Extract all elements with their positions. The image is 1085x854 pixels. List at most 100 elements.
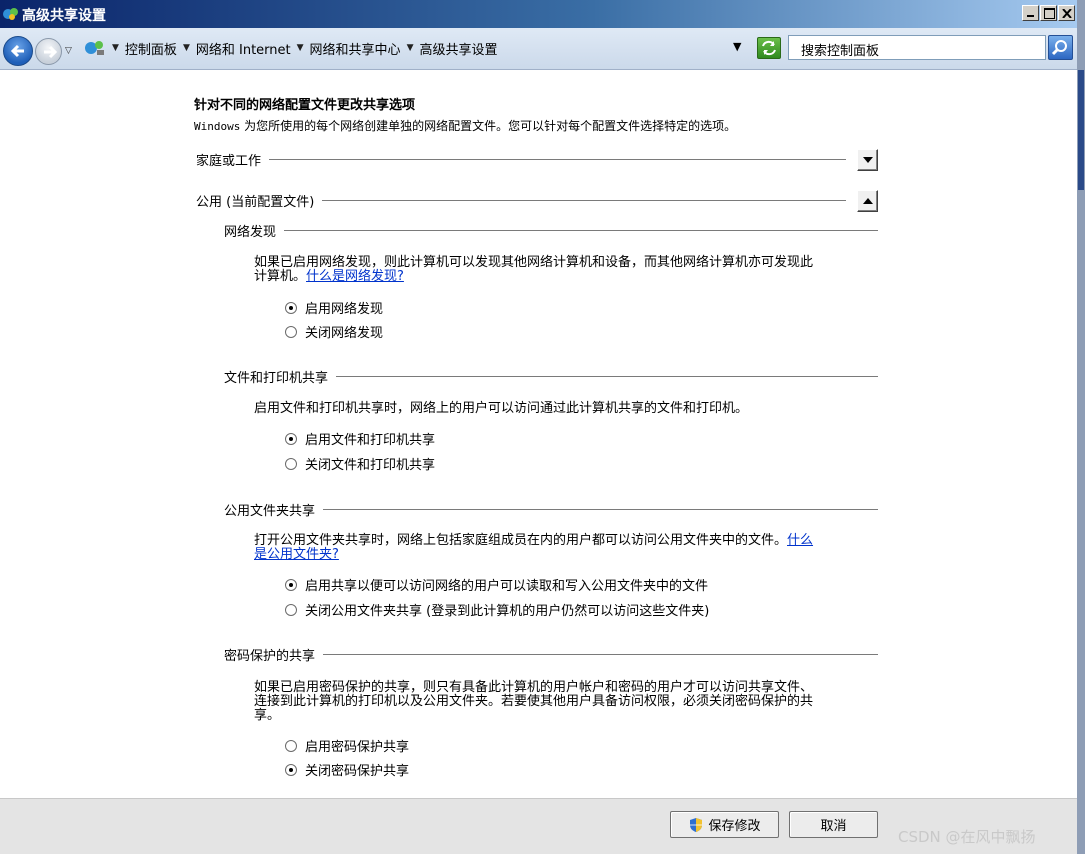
section-public-folder-sharing: 公用文件夹共享: [224, 500, 878, 519]
description-line: 如果已启用网络发现，则此计算机可以发现其他网络计算机和设备，而其他网络计算机亦可…: [254, 255, 814, 270]
section-file-printer-sharing: 文件和打印机共享: [224, 367, 878, 386]
refresh-button[interactable]: [757, 37, 781, 59]
radio-disable-network-discovery[interactable]: 关闭网络发现: [285, 322, 383, 341]
divider: [323, 654, 878, 655]
section-password-protected-sharing: 密码保护的共享: [224, 645, 878, 664]
description-line-text: 计算机。: [254, 269, 307, 284]
file-printer-sharing-description: 启用文件和打印机共享时，网络上的用户可以访问通过此计算机共享的文件和打印机。: [254, 401, 749, 416]
page-title: 针对不同的网络配置文件更改共享选项: [194, 98, 416, 113]
radio-label[interactable]: 启用网络发现: [305, 298, 383, 317]
uac-shield-icon: [690, 817, 703, 832]
network-icon: [85, 41, 104, 55]
breadcrumb-item-network[interactable]: 网络和 Internet: [196, 39, 291, 58]
radio-label[interactable]: 启用文件和打印机共享: [305, 429, 435, 448]
divider: [322, 200, 846, 201]
chevron-down-icon: [863, 157, 873, 163]
windows-word: Windows: [194, 120, 241, 133]
profile-public-label: 公用 (当前配置文件): [196, 195, 315, 210]
radio-button[interactable]: [285, 578, 297, 591]
breadcrumb-separator[interactable]: ▼: [407, 43, 414, 53]
radio-enable-password-sharing[interactable]: 启用密码保护共享: [285, 736, 409, 755]
recent-pages-dropdown[interactable]: ▽: [65, 46, 72, 56]
radio-disable-password-sharing[interactable]: 关闭密码保护共享: [285, 760, 409, 779]
minimize-button[interactable]: [1022, 5, 1039, 21]
watermark: CSDN @在风中飘扬: [898, 828, 1036, 846]
radio-button[interactable]: [285, 432, 297, 445]
profile-public[interactable]: 公用 (当前配置文件): [196, 191, 846, 210]
forward-button[interactable]: [35, 38, 62, 65]
forward-arrow-icon: [44, 45, 58, 59]
radio-button[interactable]: [285, 325, 297, 338]
divider: [284, 230, 878, 231]
breadcrumb-item-sharing-center[interactable]: 网络和共享中心: [310, 39, 401, 58]
section-title: 网络发现: [224, 225, 277, 240]
description-line-text: 打开公用文件夹共享时，网络上包括家庭组成员在内的用户都可以访问公用文件夹中的文件…: [254, 533, 788, 548]
close-icon: [1062, 9, 1072, 18]
window-edge-accent: [1078, 70, 1084, 190]
divider: [269, 159, 846, 160]
radio-enable-network-discovery[interactable]: 启用网络发现: [285, 298, 383, 317]
close-button[interactable]: [1058, 5, 1075, 21]
breadcrumb: ▼ 控制面板 ▼ 网络和 Internet ▼ 网络和共享中心 ▼ 高级共享设置: [84, 36, 754, 60]
breadcrumb-separator[interactable]: ▼: [112, 43, 119, 53]
network-discovery-description: 如果已启用网络发现，则此计算机可以发现其他网络计算机和设备，而其他网络计算机亦可…: [254, 256, 874, 284]
window-controls: [1022, 5, 1075, 21]
radio-label[interactable]: 启用共享以便可以访问网络的用户可以读取和写入公用文件夹中的文件: [305, 575, 708, 594]
breadcrumb-separator[interactable]: ▼: [297, 43, 304, 53]
back-arrow-icon: [10, 44, 24, 58]
cancel-button[interactable]: 取消: [789, 811, 878, 838]
radio-enable-file-printer-sharing[interactable]: 启用文件和打印机共享: [285, 429, 435, 448]
radio-button[interactable]: [285, 763, 297, 776]
password-sharing-description: 如果已启用密码保护的共享，则只有具备此计算机的用户帐户和密码的用户才可以访问共享…: [254, 681, 874, 723]
collapse-public-button[interactable]: [857, 190, 878, 212]
cancel-button-label: 取消: [820, 819, 847, 834]
radio-label[interactable]: 关闭公用文件夹共享 (登录到此计算机的用户仍然可以访问这些文件夹): [305, 600, 709, 619]
radio-disable-public-folder-sharing[interactable]: 关闭公用文件夹共享 (登录到此计算机的用户仍然可以访问这些文件夹): [285, 600, 709, 619]
radio-button[interactable]: [285, 301, 297, 314]
description-line: 连接到此计算机的打印机以及公用文件夹。若要使其他用户具备访问权限，必须关闭密码保…: [254, 694, 814, 709]
section-title: 文件和打印机共享: [224, 371, 329, 386]
divider: [323, 509, 878, 510]
radio-enable-public-folder-sharing[interactable]: 启用共享以便可以访问网络的用户可以读取和写入公用文件夹中的文件: [285, 575, 708, 594]
page-description-text: 为您所使用的每个网络创建单独的网络配置文件。您可以针对每个配置文件选择特定的选项…: [240, 119, 737, 133]
what-is-public-folder-link[interactable]: 什么: [787, 533, 813, 548]
breadcrumb-separator[interactable]: ▼: [183, 43, 190, 53]
address-dropdown[interactable]: ▼: [733, 40, 741, 53]
what-is-network-discovery-link[interactable]: 什么是网络发现?: [306, 269, 404, 284]
radio-button[interactable]: [285, 739, 297, 752]
title-bar: 高级共享设置: [0, 0, 1077, 28]
save-button-label: 保存修改: [708, 819, 761, 834]
radio-label[interactable]: 关闭密码保护共享: [305, 760, 409, 779]
search-icon: [1051, 40, 1067, 56]
description-line: 是公用文件夹?: [254, 548, 874, 562]
section-title: 密码保护的共享: [224, 649, 316, 664]
description-line: 计算机。什么是网络发现?: [254, 270, 874, 284]
settings-content: 针对不同的网络配置文件更改共享选项 Windows 为您所使用的每个网络创建单独…: [0, 70, 1077, 798]
radio-button[interactable]: [285, 603, 297, 616]
radio-button[interactable]: [285, 457, 297, 470]
section-network-discovery: 网络发现: [224, 221, 878, 240]
page-description: Windows 为您所使用的每个网络创建单独的网络配置文件。您可以针对每个配置文…: [194, 117, 736, 134]
address-bar: ▽ ▼ 控制面板 ▼ 网络和 Internet ▼ 网络和共享中心 ▼ 高级共享…: [0, 28, 1077, 70]
breadcrumb-item-advanced-sharing[interactable]: 高级共享设置: [419, 39, 497, 58]
refresh-icon: [762, 40, 776, 56]
radio-label[interactable]: 启用密码保护共享: [305, 736, 409, 755]
maximize-button[interactable]: [1040, 5, 1057, 21]
search-button[interactable]: [1048, 35, 1073, 60]
breadcrumb-item-control-panel[interactable]: 控制面板: [125, 39, 177, 58]
expand-home-work-button[interactable]: [857, 149, 878, 171]
radio-label[interactable]: 关闭文件和打印机共享: [305, 454, 435, 473]
profile-home-work[interactable]: 家庭或工作: [196, 150, 846, 169]
description-line: 如果已启用密码保护的共享，则只有具备此计算机的用户帐户和密码的用户才可以访问共享…: [254, 680, 814, 695]
what-is-public-folder-link[interactable]: 是公用文件夹?: [254, 547, 339, 562]
search-input[interactable]: 搜索控制面板: [788, 35, 1046, 60]
save-button[interactable]: 保存修改: [670, 811, 779, 838]
back-button[interactable]: [3, 36, 33, 66]
radio-disable-file-printer-sharing[interactable]: 关闭文件和打印机共享: [285, 454, 435, 473]
profile-home-work-label: 家庭或工作: [196, 154, 262, 169]
description-line: 享。: [254, 708, 281, 723]
window-edge: [1077, 0, 1085, 854]
radio-label[interactable]: 关闭网络发现: [305, 322, 383, 341]
divider: [336, 376, 878, 377]
section-title: 公用文件夹共享: [224, 504, 316, 519]
